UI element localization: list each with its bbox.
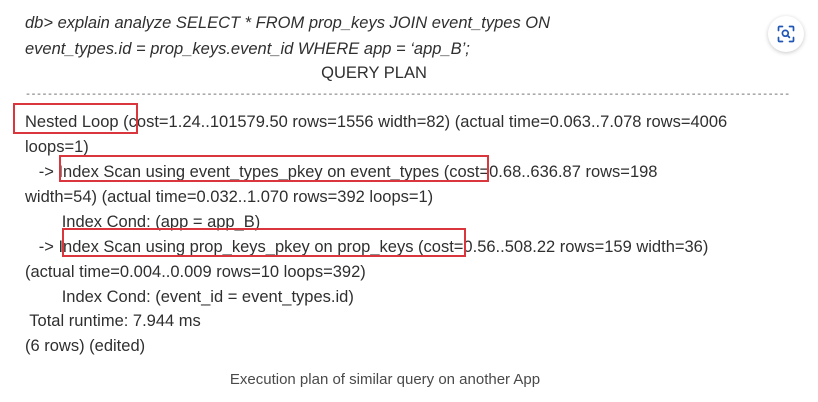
plan-line-6: -> Index Scan using prop_keys_pkey on pr… (25, 237, 709, 257)
plan-line-4: width=54) (actual time=0.032..1.070 rows… (25, 187, 433, 207)
visual-search-button[interactable] (768, 16, 804, 52)
plan-line-5: Index Cond: (app = app_B) (25, 212, 261, 232)
plan-line-7: (actual time=0.004..0.009 rows=10 loops=… (25, 262, 366, 282)
plan-line-5-prefix (25, 213, 62, 231)
plan-line-8: Index Cond: (event_id = event_types.id) (25, 287, 354, 307)
plan-line-3-prefix: -> (25, 163, 59, 181)
execution-plan-figure: db> explain analyze SELECT * FROM prop_k… (0, 0, 818, 402)
nested-loop-label: Nested Loop (25, 113, 119, 131)
plan-line-3: -> Index Scan using event_types_pkey on … (25, 162, 658, 182)
plan-line-5-details: Index Cond: (app = app_B) (61, 213, 261, 231)
query-plan-title: QUERY PLAN (321, 64, 427, 82)
row-count: (6 rows) (edited) (25, 337, 146, 355)
plan-line-9: Total runtime: 7.944 ms (25, 311, 201, 331)
plan-line-2-details: loops=1) (25, 138, 89, 156)
plan-line-7-details: (actual time=0.004..0.009 rows=10 loops=… (25, 263, 366, 281)
visual-search-icon (777, 25, 795, 43)
total-runtime: Total runtime: 7.944 ms (29, 312, 201, 330)
figure-caption: Execution plan of similar query on anoth… (229, 371, 541, 388)
query-line-1: db> explain analyze SELECT * FROM prop_k… (25, 14, 551, 32)
plan-line-1: Nested Loop (cost=1.24..101579.50 rows=1… (25, 112, 727, 132)
plan-line-6-prefix: -> (25, 238, 59, 256)
query-plan-separator: ----------------------------------------… (25, 90, 791, 101)
query-line-2: event_types.id = prop_keys.event_id WHER… (25, 40, 470, 58)
plan-line-6-details: (cost=0.56..508.22 rows=159 width=36) (413, 238, 709, 256)
plan-line-8-prefix (25, 288, 62, 306)
plan-line-4-details: width=54) (actual time=0.032..1.070 rows… (25, 188, 434, 206)
plan-line-10: (6 rows) (edited) (25, 336, 145, 356)
event-types-index-scan-label: Index Scan using event_types_pkey on eve… (58, 163, 440, 181)
plan-line-1-details: (cost=1.24..101579.50 rows=1556 width=82… (118, 113, 728, 131)
plan-line-3-details: (cost=0.68..636.87 rows=198 (439, 163, 658, 181)
prop-keys-index-scan-label: Index Scan using prop_keys_pkey on prop_… (58, 238, 414, 256)
plan-line-2: loops=1) (25, 137, 89, 157)
plan-line-8-details: Index Cond: (event_id = event_types.id) (61, 288, 354, 306)
